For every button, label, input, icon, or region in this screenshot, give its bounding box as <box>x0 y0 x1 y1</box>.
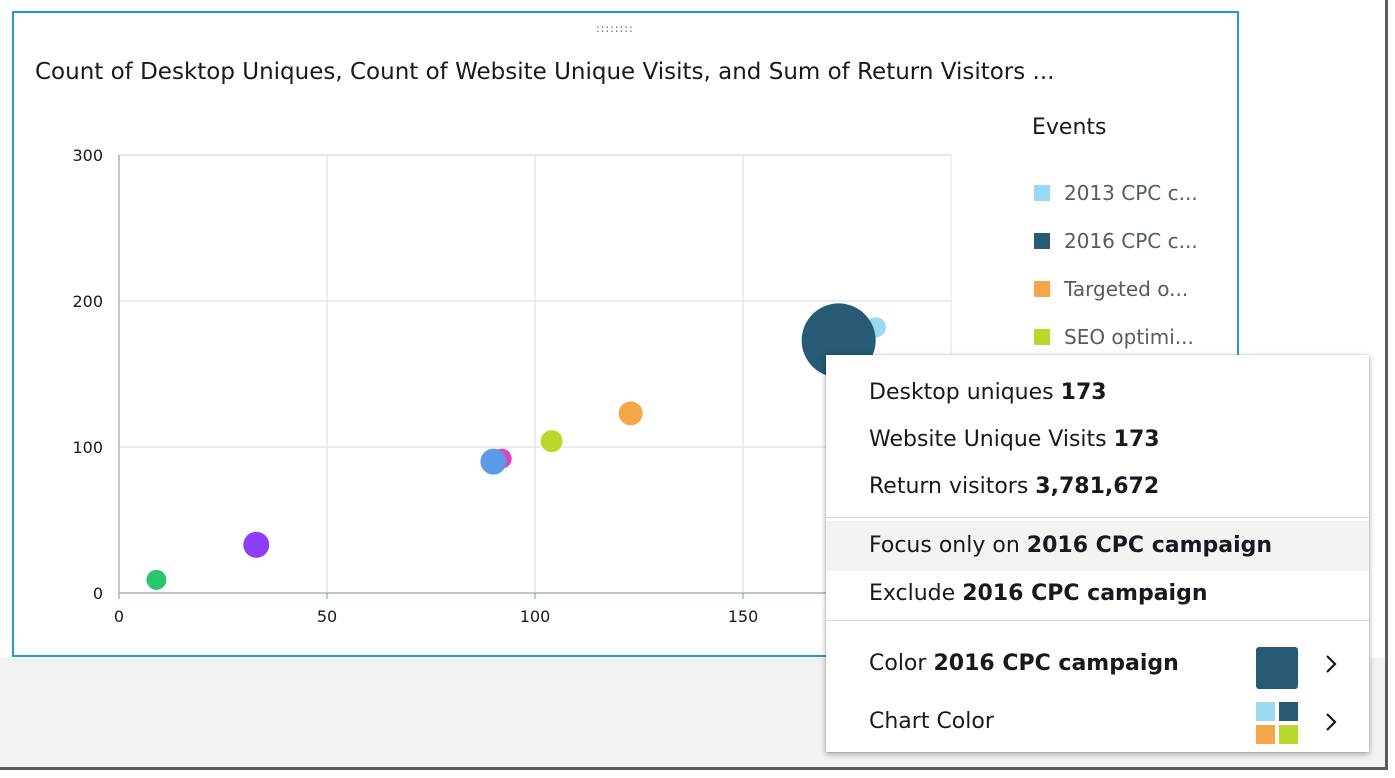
legend-item[interactable]: Targeted o... <box>1024 265 1224 313</box>
legend-item[interactable]: 2016 CPC c... <box>1024 217 1224 265</box>
chart-color-menu-item[interactable]: Chart Color <box>826 697 1369 747</box>
tooltip-website-unique-visits: Website Unique Visits 173 <box>869 427 1160 452</box>
y-tick-label: 200 <box>72 292 103 311</box>
legend-label: SEO optimi... <box>1064 325 1194 349</box>
tooltip-return-visitors: Return visitors 3,781,672 <box>869 474 1160 499</box>
legend-label: 2013 CPC c... <box>1064 181 1198 205</box>
x-tick-label: 0 <box>114 607 124 626</box>
y-tick-label: 100 <box>72 438 103 457</box>
x-tick-label: 100 <box>520 607 551 626</box>
legend-item[interactable]: SEO optimi... <box>1024 313 1224 361</box>
chevron-right-icon <box>1326 655 1337 673</box>
legend-label: 2016 CPC c... <box>1064 229 1198 253</box>
legend-swatch <box>1034 185 1050 201</box>
legend-label: Targeted o... <box>1064 277 1189 301</box>
context-menu: Desktop uniques 173 Website Unique Visit… <box>826 355 1369 752</box>
x-tick-label: 50 <box>317 607 337 626</box>
tooltip-desktop-uniques: Desktop uniques 173 <box>869 380 1107 405</box>
palette-icon <box>1256 702 1298 744</box>
legend-item[interactable]: 2013 CPC c... <box>1024 169 1224 217</box>
color-swatch <box>1256 647 1298 689</box>
focus-only-menu-item[interactable]: Focus only on 2016 CPC campaign <box>826 521 1369 571</box>
data-point <box>540 430 563 453</box>
color-field-menu-item[interactable]: Color 2016 CPC campaign <box>826 639 1369 689</box>
data-point <box>618 401 643 426</box>
legend-swatch <box>1034 281 1050 297</box>
data-point <box>146 569 167 590</box>
legend-swatch <box>1034 329 1050 345</box>
y-tick-label: 300 <box>72 146 103 165</box>
menu-divider <box>826 620 1369 621</box>
data-point <box>480 448 507 475</box>
menu-divider <box>826 517 1369 518</box>
x-tick-label: 150 <box>728 607 759 626</box>
legend: Events 2013 CPC c... 2016 CPC c... Targete… <box>1024 115 1224 361</box>
chevron-right-icon <box>1326 713 1337 731</box>
legend-swatch <box>1034 233 1050 249</box>
data-point <box>243 531 270 558</box>
palette-swatch <box>1256 702 1275 721</box>
palette-swatch <box>1256 725 1275 744</box>
legend-title: Events <box>1032 115 1107 140</box>
y-tick-label: 0 <box>93 584 103 603</box>
exclude-menu-item[interactable]: Exclude 2016 CPC campaign <box>826 569 1369 619</box>
palette-swatch <box>1279 725 1298 744</box>
palette-swatch <box>1279 702 1298 721</box>
